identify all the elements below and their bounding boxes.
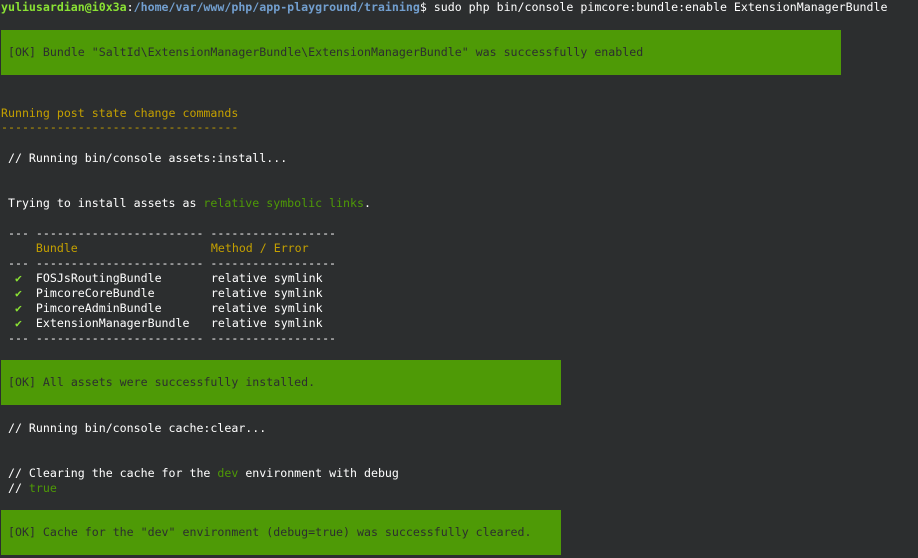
- table-cell-bundle: FOSJsRoutingBundle: [35, 271, 162, 285]
- prompt-command: sudo php bin/console pimcore:bundle:enab…: [426, 0, 888, 14]
- check-icon: ✔: [14, 301, 22, 315]
- prompt-dollar: $: [419, 0, 427, 14]
- table-row: ✔ PimcoreAdminBundle relative symlink: [1, 301, 323, 316]
- clearing-debug-value: true: [28, 481, 57, 495]
- command-prompt-line: yuliusardian@i0x3a:/home/var/www/php/app…: [1, 0, 887, 15]
- ok-bundle-enabled-banner: [OK] Bundle "SaltId\ExtensionManagerBund…: [1, 30, 841, 75]
- ok-bundle-enabled-text: [OK] Bundle "SaltId\ExtensionManagerBund…: [8, 45, 644, 59]
- table-row: ✔ PimcoreCoreBundle relative symlink: [1, 286, 323, 301]
- table-cell-method: relative symlink: [210, 286, 323, 300]
- clearing-debug-prefix: //: [1, 481, 29, 495]
- table-cell-method: relative symlink: [210, 316, 323, 330]
- post-state-underline: ----------------------------------: [1, 120, 239, 134]
- table-row: ✔ FOSJsRoutingBundle relative symlink: [1, 271, 323, 286]
- table-separator-top: --- ------------------------ -----------…: [1, 226, 337, 240]
- table-cell-bundle: PimcoreCoreBundle: [35, 286, 155, 300]
- post-state-title: Running post state change commands: [1, 106, 239, 120]
- trying-suffix: .: [363, 196, 371, 210]
- check-icon: ✔: [14, 286, 22, 300]
- check-icon: ✔: [14, 271, 22, 285]
- check-icon: ✔: [14, 316, 22, 330]
- table-row: ✔ ExtensionManagerBundle relative symlink: [1, 316, 323, 331]
- trying-install-line: Trying to install assets as relative sym…: [1, 196, 371, 211]
- ok-assets-banner: [OK] All assets were successfully instal…: [1, 360, 561, 405]
- table-separator-bottom: --- ------------------------ -----------…: [1, 331, 337, 345]
- table-header-bundle: Bundle: [35, 241, 78, 255]
- table-header-row: Bundle Method / Error: [1, 241, 309, 256]
- table-cell-bundle: ExtensionManagerBundle: [35, 316, 190, 330]
- ok-assets-text: [OK] All assets were successfully instal…: [8, 375, 316, 389]
- table-cell-bundle: PimcoreAdminBundle: [35, 301, 162, 315]
- clearing-prefix: // Clearing the cache for the: [1, 466, 218, 480]
- clearing-env: dev: [217, 466, 239, 480]
- table-header-method: Method / Error: [210, 241, 309, 255]
- running-assets-install: // Running bin/console assets:install...: [1, 151, 288, 165]
- table-separator-mid: --- ------------------------ -----------…: [1, 256, 337, 270]
- ok-cache-banner: [OK] Cache for the "dev" environment (de…: [1, 510, 561, 555]
- clearing-debug-line: // true: [1, 481, 57, 496]
- clearing-suffix: environment with debug: [238, 466, 399, 480]
- clearing-cache-line: // Clearing the cache for the dev enviro…: [1, 466, 399, 481]
- terminal-window[interactable]: yuliusardian@i0x3a:/home/var/www/php/app…: [0, 0, 918, 558]
- running-cache-clear: // Running bin/console cache:clear...: [1, 421, 267, 435]
- prompt-separator: :: [126, 0, 134, 14]
- table-cell-method: relative symlink: [210, 271, 323, 285]
- ok-cache-text: [OK] Cache for the "dev" environment (de…: [8, 525, 532, 539]
- trying-prefix: Trying to install assets as: [1, 196, 204, 210]
- prompt-user-host: yuliusardian@i0x3a: [1, 0, 127, 14]
- table-cell-method: relative symlink: [210, 301, 323, 315]
- prompt-path: /home/var/www/php/app-playground/trainin…: [133, 0, 420, 14]
- trying-highlight: relative symbolic links: [203, 196, 364, 210]
